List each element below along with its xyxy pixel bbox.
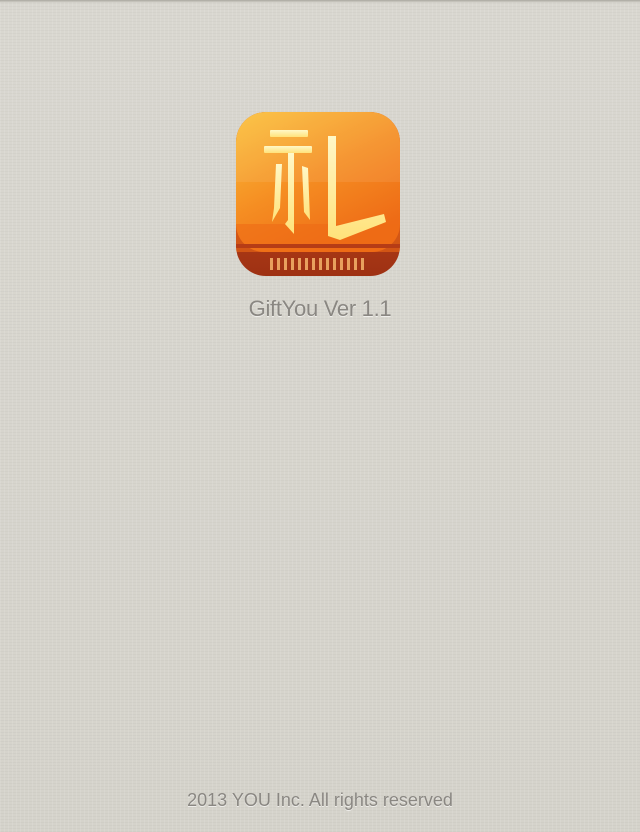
app-icon xyxy=(236,112,400,276)
top-edge-shadow xyxy=(0,0,640,3)
gift-app-icon xyxy=(236,112,400,276)
app-version-label: GiftYou Ver 1.1 xyxy=(248,296,392,321)
copyright-notice: 2013 YOU Inc. All rights reserved xyxy=(187,790,453,810)
